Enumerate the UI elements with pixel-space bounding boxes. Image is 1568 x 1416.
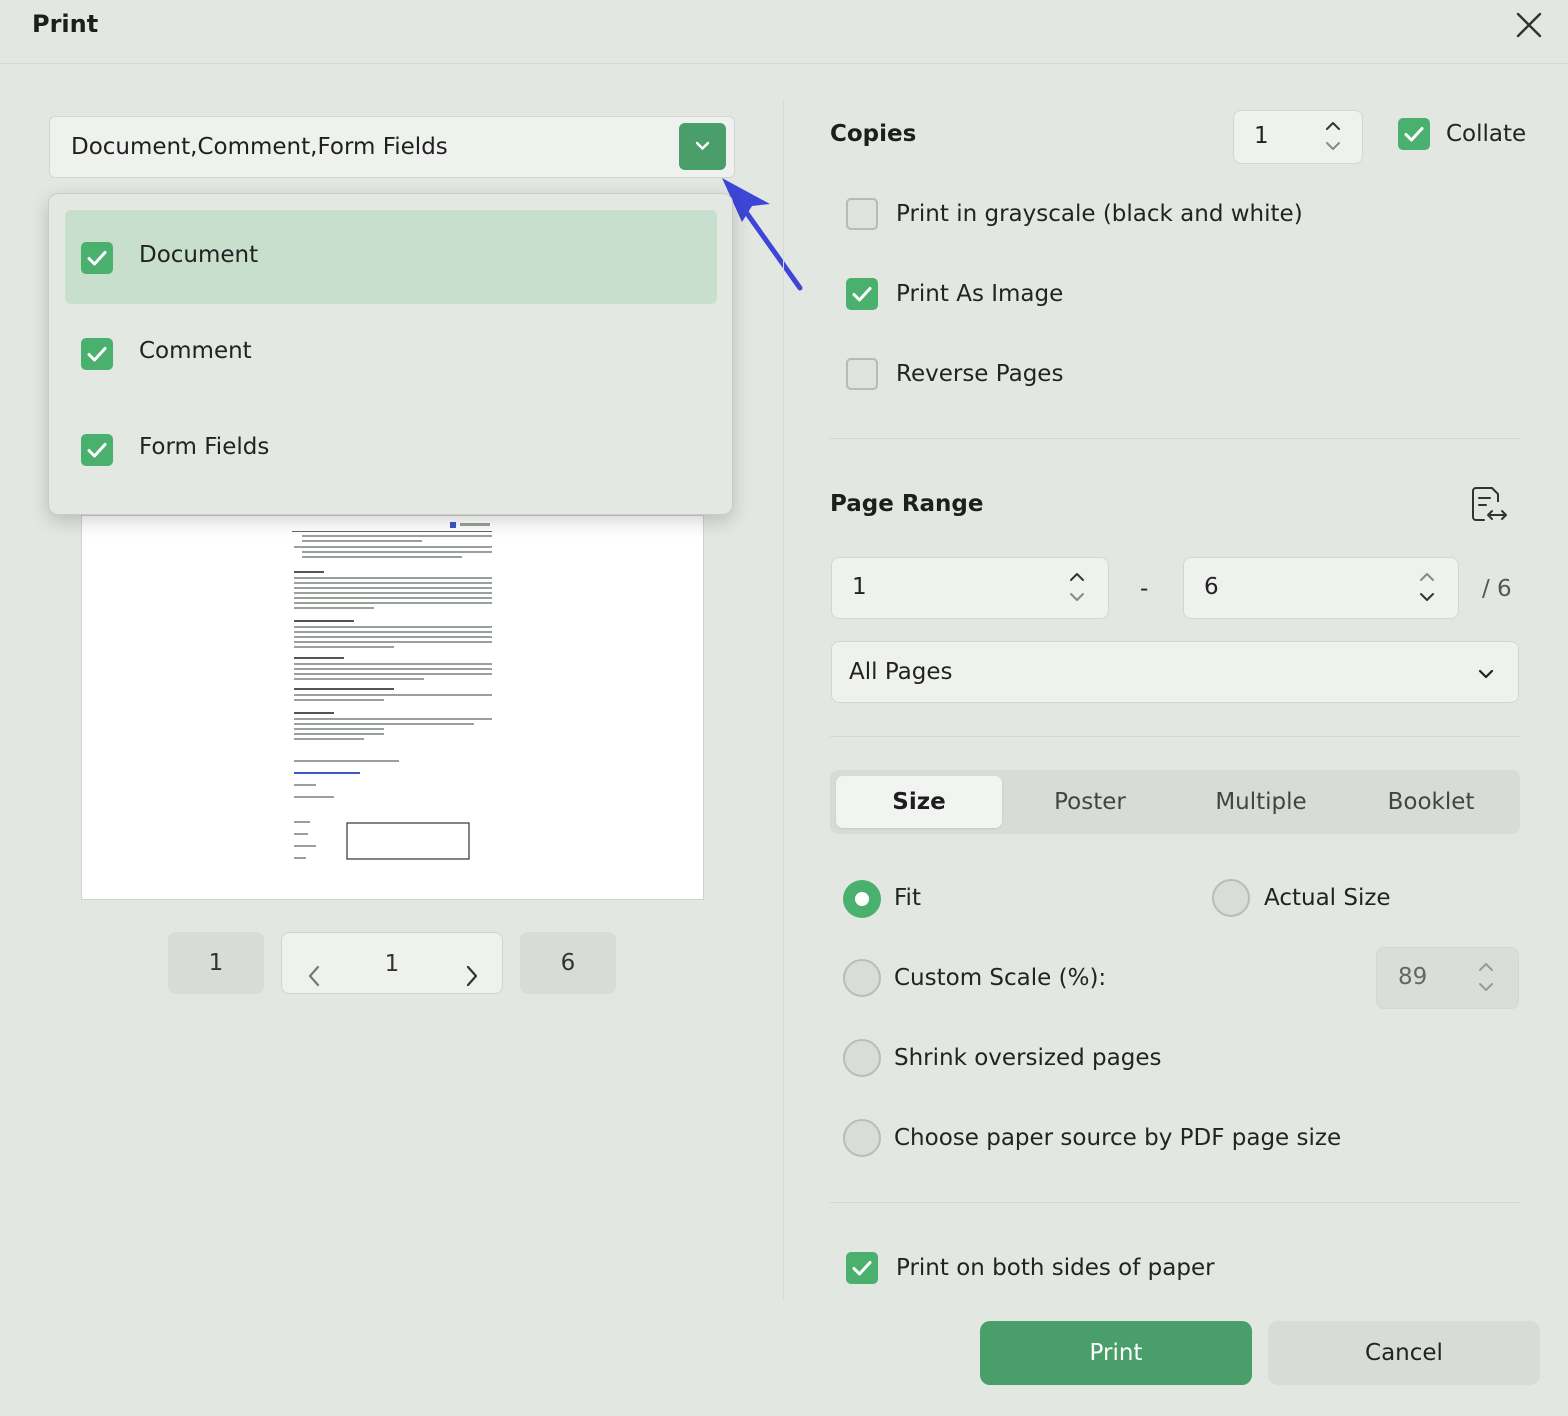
chevron-right-icon	[466, 965, 478, 987]
document-page-thumbnail	[292, 522, 492, 860]
page-subset-value: All Pages	[849, 659, 953, 685]
print-content-select[interactable]: Document,Comment,Form Fields	[49, 116, 735, 178]
tab-poster[interactable]: Poster	[1006, 776, 1174, 828]
custom-scale-stepper[interactable]: 89	[1376, 947, 1519, 1009]
print-content-value: Document,Comment,Form Fields	[71, 134, 448, 160]
tab-booklet[interactable]: Booklet	[1346, 776, 1516, 828]
section-divider	[830, 438, 1520, 439]
close-button[interactable]	[1510, 6, 1548, 44]
shrink-radio[interactable]	[843, 1039, 881, 1077]
comment-checkbox[interactable]	[81, 338, 113, 370]
custom-scale-value: 89	[1398, 964, 1428, 990]
custom-scale-radio[interactable]	[843, 959, 881, 997]
range-from-value: 1	[852, 574, 867, 600]
tab-size[interactable]: Size	[836, 776, 1002, 828]
stepper-arrows-icon[interactable]	[1322, 117, 1344, 157]
actual-size-radio[interactable]	[1212, 879, 1250, 917]
fit-label: Fit	[894, 885, 921, 911]
actual-size-label: Actual Size	[1264, 885, 1391, 911]
print-as-image-label: Print As Image	[896, 281, 1064, 307]
close-icon	[1516, 12, 1542, 38]
checkmark-icon	[87, 443, 107, 458]
checkmark-icon	[852, 287, 872, 302]
title-bar: Print	[0, 0, 1568, 64]
reverse-pages-checkbox[interactable]	[846, 358, 878, 390]
reverse-pages-label: Reverse Pages	[896, 361, 1064, 387]
swap-range-icon[interactable]	[1468, 484, 1510, 526]
print-content-dropdown: Document Comment Form Fields	[48, 193, 733, 515]
last-page-button[interactable]: 6	[520, 932, 616, 994]
dialog-title: Print	[32, 10, 99, 38]
section-divider	[830, 736, 1520, 737]
checkmark-icon	[87, 251, 107, 266]
stepper-arrows-icon[interactable]	[1475, 958, 1497, 998]
grayscale-checkbox[interactable]	[846, 198, 878, 230]
collate-checkbox[interactable]	[1398, 118, 1430, 150]
paper-source-label: Choose paper source by PDF page size	[894, 1125, 1342, 1151]
dropdown-item-label: Comment	[139, 338, 252, 364]
dropdown-item-comment[interactable]: Comment	[65, 306, 717, 400]
grayscale-label: Print in grayscale (black and white)	[896, 201, 1303, 227]
page-subset-select[interactable]: All Pages	[831, 641, 1519, 703]
range-to-value: 6	[1204, 574, 1219, 600]
first-page-button[interactable]: 1	[168, 932, 264, 994]
duplex-checkbox[interactable]	[846, 1252, 878, 1284]
duplex-label: Print on both sides of paper	[896, 1255, 1215, 1281]
paper-source-radio[interactable]	[843, 1119, 881, 1157]
checkmark-icon	[852, 1261, 872, 1276]
page-range-label: Page Range	[830, 491, 984, 517]
dropdown-item-label: Document	[139, 242, 259, 268]
panel-divider	[783, 100, 784, 1300]
print-content-dropdown-button[interactable]	[679, 123, 726, 170]
next-page-button[interactable]	[460, 951, 484, 1013]
dropdown-item-document[interactable]: Document	[65, 210, 717, 304]
collate-label: Collate	[1446, 121, 1527, 147]
checkmark-icon	[87, 347, 107, 362]
checkmark-icon	[1404, 127, 1424, 142]
dropdown-item-label: Form Fields	[139, 434, 270, 460]
custom-scale-label: Custom Scale (%):	[894, 965, 1107, 991]
chevron-down-icon	[695, 141, 710, 150]
page-navigator: 1	[281, 932, 503, 994]
stepper-arrows-icon[interactable]	[1066, 568, 1088, 608]
copies-value: 1	[1254, 123, 1269, 149]
dropdown-item-form-fields[interactable]: Form Fields	[65, 402, 717, 496]
tab-multiple[interactable]: Multiple	[1176, 776, 1346, 828]
range-from-stepper[interactable]: 1	[831, 557, 1109, 619]
document-checkbox[interactable]	[81, 242, 113, 274]
print-button[interactable]: Print	[980, 1321, 1252, 1385]
range-total: / 6	[1482, 576, 1512, 602]
print-as-image-checkbox[interactable]	[846, 278, 878, 310]
section-divider	[830, 1202, 1520, 1203]
stepper-arrows-icon[interactable]	[1416, 568, 1438, 608]
page-preview	[81, 515, 704, 900]
cancel-button[interactable]: Cancel	[1268, 1321, 1540, 1385]
layout-tabs: Size Poster Multiple Booklet	[830, 770, 1520, 834]
copies-label: Copies	[830, 121, 917, 147]
form-fields-checkbox[interactable]	[81, 434, 113, 466]
copies-stepper[interactable]: 1	[1233, 110, 1363, 164]
shrink-label: Shrink oversized pages	[894, 1045, 1162, 1071]
range-to-stepper[interactable]: 6	[1183, 557, 1459, 619]
chevron-down-icon	[1478, 669, 1494, 679]
range-dash: -	[1140, 576, 1149, 602]
fit-radio[interactable]	[843, 880, 881, 918]
